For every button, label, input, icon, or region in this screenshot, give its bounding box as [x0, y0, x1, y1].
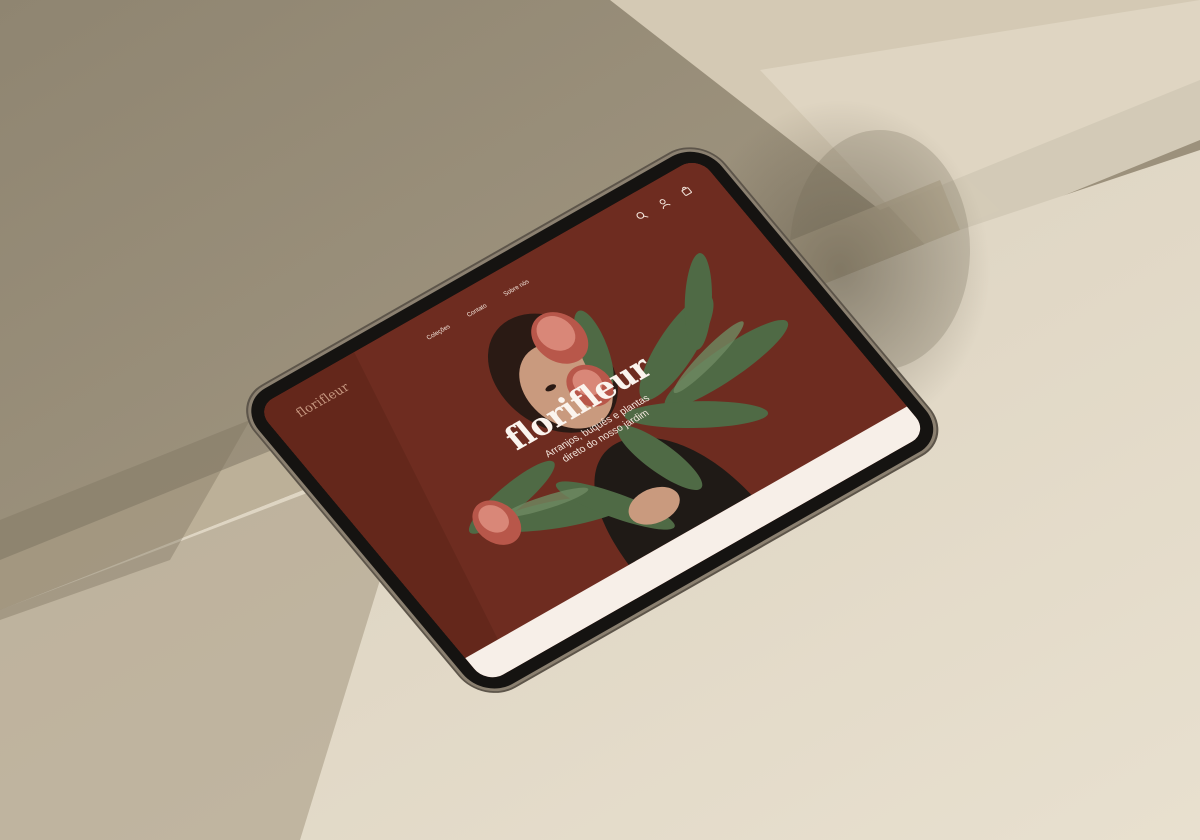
cart-icon[interactable]: [678, 184, 694, 197]
user-icon[interactable]: [656, 196, 672, 210]
nav-link-colecoes[interactable]: Coleções: [425, 324, 452, 342]
search-icon[interactable]: [634, 209, 650, 222]
nav-link-sobre-nos[interactable]: Sobre nós: [502, 279, 531, 298]
nav-link-contato[interactable]: Contato: [466, 303, 489, 319]
photo-scene: florifleur Coleções Contato Sobre nós fl…: [0, 0, 1200, 840]
